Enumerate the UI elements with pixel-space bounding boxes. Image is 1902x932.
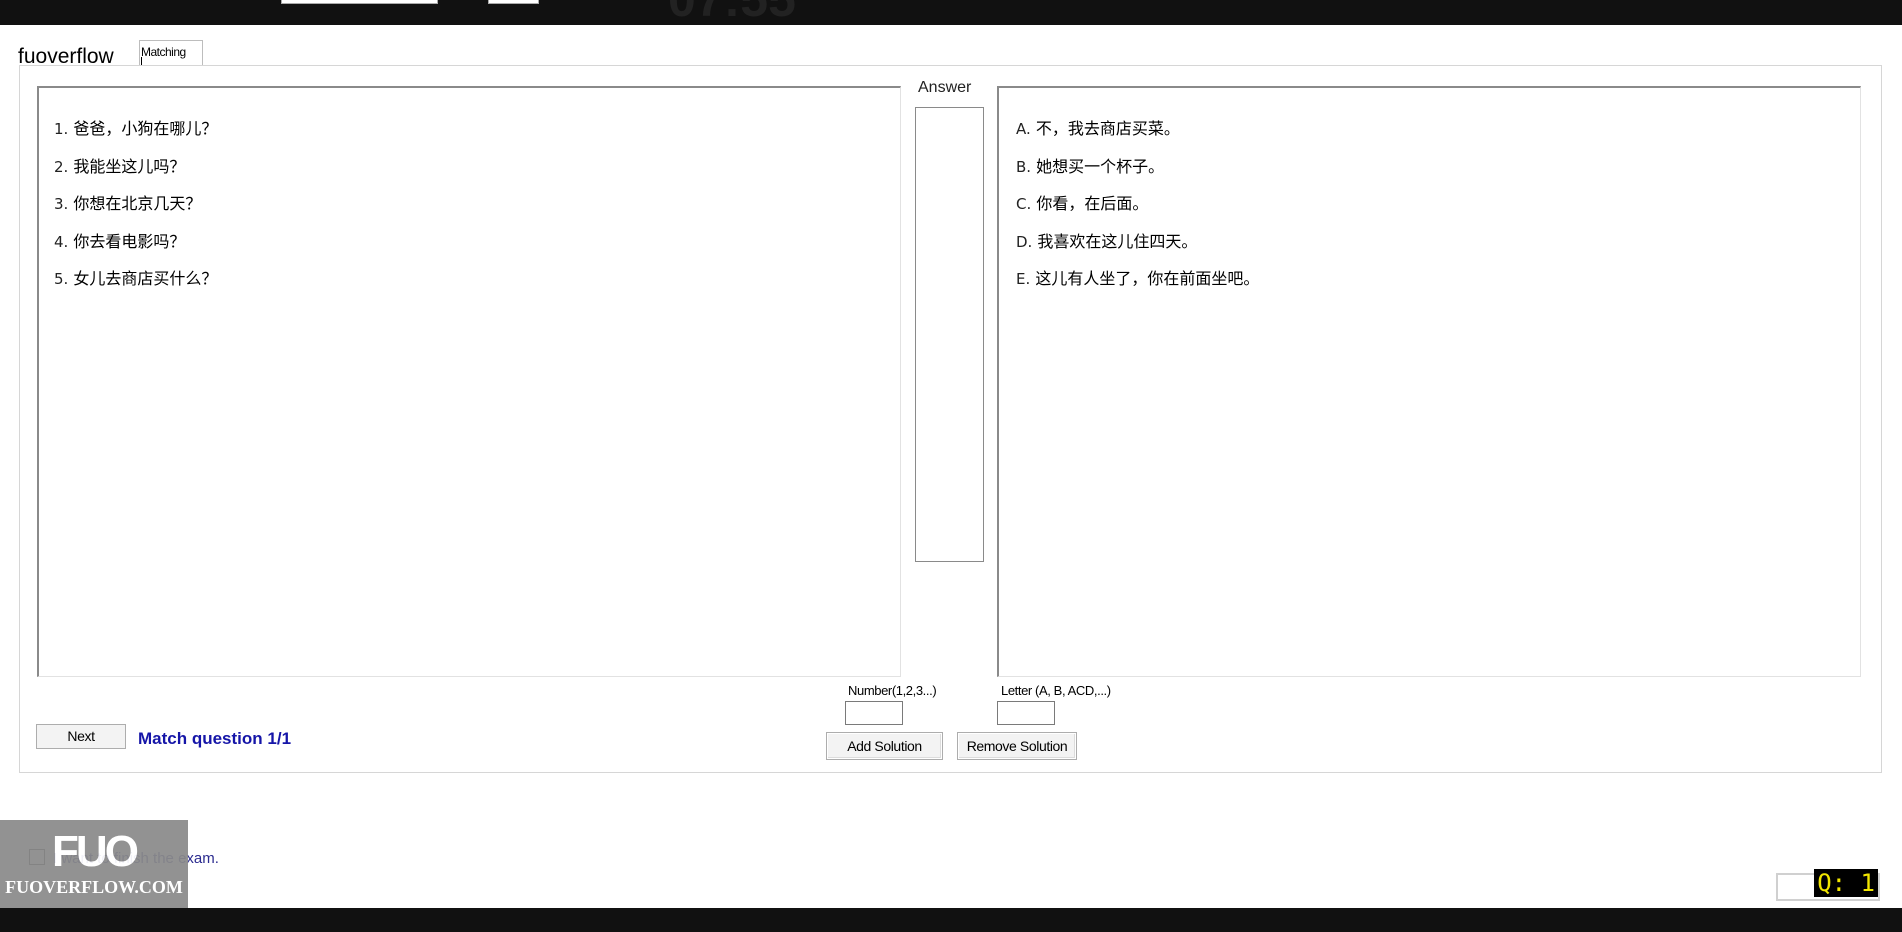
answer-list[interactable] <box>915 107 984 562</box>
letter-input[interactable] <box>997 701 1055 725</box>
bottom-bar <box>0 908 1902 932</box>
option-index: B. <box>1016 157 1032 176</box>
add-solution-button[interactable]: Add Solution <box>826 732 943 760</box>
letter-label: Letter (A, B, ACD,...) <box>1001 683 1111 698</box>
option-index: D. <box>1016 232 1033 251</box>
question-item: 1. 爸爸，小狗在哪儿？ <box>54 118 900 156</box>
question-item: 4. 你去看电影吗？ <box>54 231 900 269</box>
question-text: 爸爸，小狗在哪儿？ <box>73 119 218 138</box>
question-item: 3. 你想在北京几天？ <box>54 193 900 231</box>
option-text: 你看，在后面。 <box>1036 194 1149 213</box>
option-item: B. 她想买一个杯子。 <box>1016 156 1860 194</box>
top-small-control[interactable] <box>488 0 539 4</box>
questions-list[interactable]: 1. 爸爸，小狗在哪儿？ 2. 我能坐这儿吗？ 3. 你想在北京几天？ 4. 你… <box>37 86 901 677</box>
question-item: 5. 女儿去商店买什么？ <box>54 268 900 306</box>
remove-solution-button[interactable]: Remove Solution <box>957 732 1077 760</box>
question-index: 2. <box>54 157 69 176</box>
question-index: 4. <box>54 232 69 251</box>
number-input[interactable] <box>845 701 903 725</box>
option-index: C. <box>1016 195 1032 213</box>
tab-matching[interactable]: Matching <box>139 40 203 65</box>
question-text: 你去看电影吗？ <box>73 231 186 251</box>
watermark-logo: FUO FUOVERFLOW.COM <box>0 820 188 908</box>
question-index: 3. <box>54 195 69 213</box>
question-index: 5. <box>54 270 69 288</box>
question-badge-text: Q: 1 <box>1814 869 1878 897</box>
option-text: 不，我去商店买菜。 <box>1035 119 1180 138</box>
option-text: 我喜欢在这儿住四天。 <box>1037 231 1198 251</box>
question-text: 女儿去商店买什么？ <box>73 269 218 288</box>
option-text: 这儿有人坐了，你在前面坐吧。 <box>1035 269 1260 288</box>
exam-timer: 07:55 <box>668 0 796 25</box>
option-item: E. 这儿有人坐了，你在前面坐吧。 <box>1016 268 1860 306</box>
question-badge: Q: 1 <box>1776 869 1880 901</box>
option-item: C. 你看，在后面。 <box>1016 193 1860 231</box>
question-text: 我能坐这儿吗？ <box>73 156 186 176</box>
watermark-url: FUOVERFLOW.COM <box>5 877 183 897</box>
option-item: D. 我喜欢在这儿住四天。 <box>1016 231 1860 269</box>
option-text: 她想买一个杯子。 <box>1036 156 1165 176</box>
next-button[interactable]: Next <box>36 724 126 749</box>
option-index: A. <box>1016 120 1031 138</box>
tab-matching-label: Matching <box>141 45 186 59</box>
options-list[interactable]: A. 不，我去商店买菜。 B. 她想买一个杯子。 C. 你看，在后面。 D. 我… <box>997 86 1861 677</box>
question-item: 2. 我能坐这儿吗？ <box>54 156 900 194</box>
match-question-status: Match question 1/1 <box>138 729 292 748</box>
top-bar: 07:55 <box>0 0 1902 25</box>
top-dropdown[interactable] <box>281 0 438 4</box>
number-label: Number(1,2,3...) <box>848 683 937 698</box>
option-item: A. 不，我去商店买菜。 <box>1016 118 1860 156</box>
question-index: 1. <box>54 120 69 138</box>
watermark-big: FUO <box>52 827 139 876</box>
text-caret <box>141 57 142 65</box>
option-index: E. <box>1016 270 1031 288</box>
answer-header: Answer <box>918 79 972 96</box>
question-text: 你想在北京几天？ <box>73 194 202 213</box>
